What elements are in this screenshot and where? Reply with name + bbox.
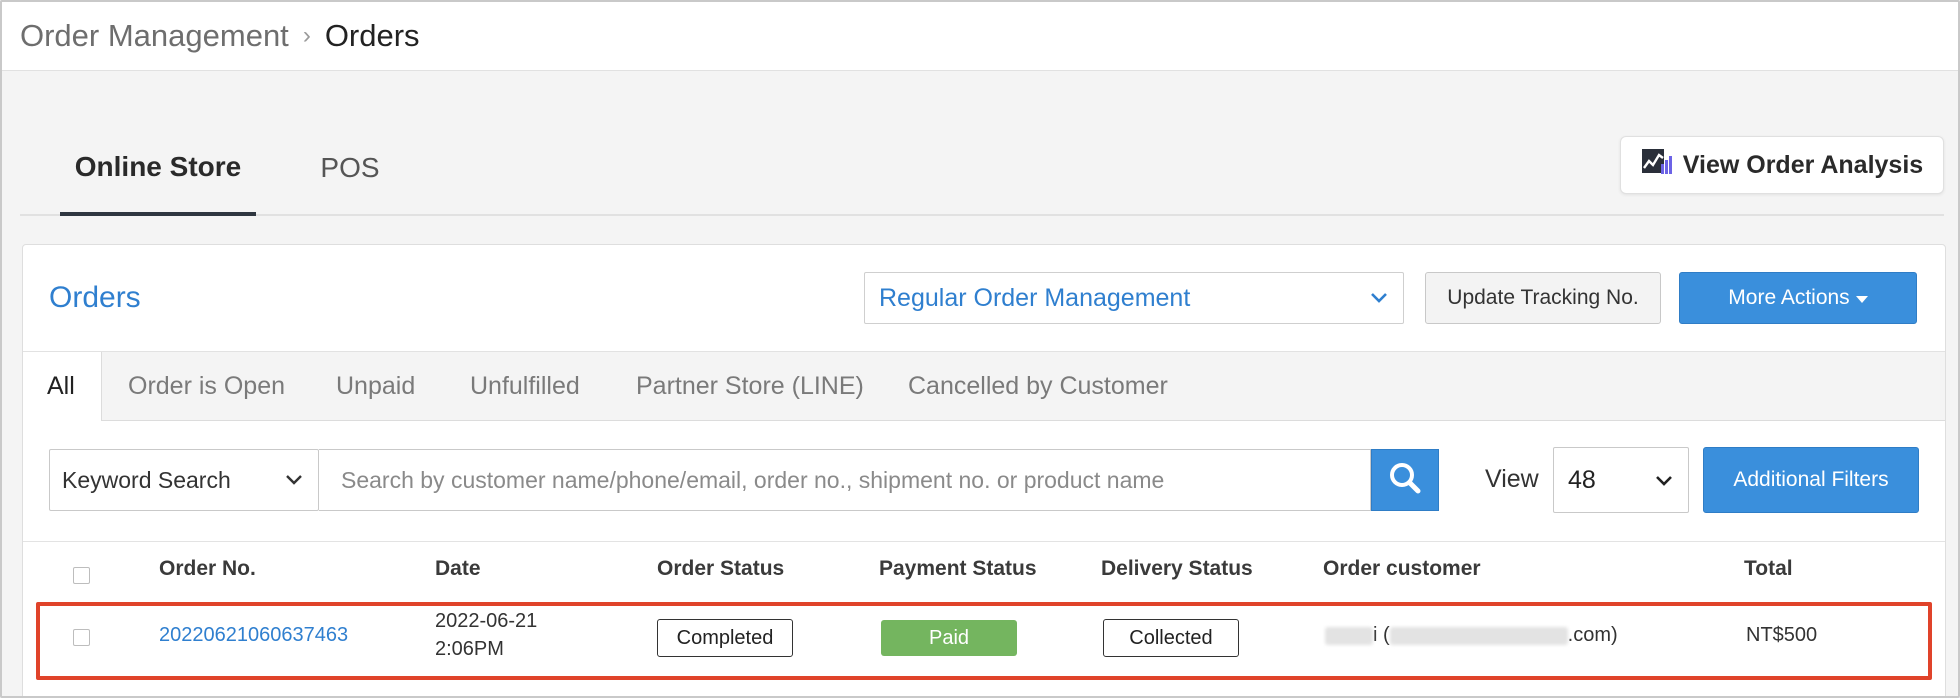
view-label: View [1485, 465, 1539, 493]
filter-tab-all[interactable]: All [23, 352, 102, 421]
order-management-select[interactable]: Regular Order Management [864, 272, 1404, 324]
column-header[interactable]: Date [435, 557, 481, 581]
tab-pos[interactable]: POS [302, 122, 398, 214]
tab-label: Online Store [74, 151, 242, 182]
column-header[interactable]: Order customer [1323, 557, 1481, 581]
filter-tab-partner-store[interactable]: Partner Store (LINE) [636, 352, 864, 420]
additional-filters-button[interactable]: Additional Filters [1703, 447, 1919, 513]
view-order-analysis-button[interactable]: View Order Analysis [1620, 136, 1944, 194]
chart-icon [1641, 148, 1673, 183]
page-size-select[interactable]: 48 [1553, 447, 1689, 513]
page-size-value: 48 [1568, 465, 1596, 494]
caret-down-icon [1855, 296, 1868, 303]
breadcrumb-current: Orders [324, 18, 420, 53]
view-order-analysis-label: View Order Analysis [1682, 150, 1924, 179]
chevron-down-icon [284, 467, 304, 499]
table-header: Order No. Date Order Status Payment Stat… [23, 541, 1945, 592]
tab-label: POS [320, 152, 380, 183]
order-filter-tabs: All Order is Open Unpaid Unfulfilled Par… [23, 351, 1945, 421]
filter-tab-unpaid[interactable]: Unpaid [336, 352, 415, 420]
app-frame: Order Management › Orders Online Store P… [0, 0, 1960, 698]
filter-tab-unfulfilled[interactable]: Unfulfilled [470, 352, 580, 420]
select-all-checkbox[interactable] [73, 567, 90, 584]
column-header[interactable]: Payment Status [879, 557, 1037, 581]
filter-tab-cancelled[interactable]: Cancelled by Customer [908, 352, 1168, 420]
search-input[interactable] [319, 449, 1371, 511]
more-actions-label: More Actions [1728, 286, 1850, 309]
update-tracking-button[interactable]: Update Tracking No. [1425, 272, 1661, 324]
column-header[interactable]: Order No. [159, 557, 256, 581]
search-type-select[interactable]: Keyword Search [49, 449, 319, 511]
search-button[interactable] [1371, 449, 1439, 511]
breadcrumb: Order Management › Orders [2, 2, 1958, 71]
chevron-down-icon [1369, 285, 1389, 318]
column-header[interactable]: Total [1744, 557, 1793, 581]
chevron-down-icon [1654, 468, 1674, 501]
panel-title: Orders [49, 281, 141, 314]
tab-online-store[interactable]: Online Store [60, 122, 256, 216]
search-icon [1388, 461, 1422, 500]
filter-tab-order-open[interactable]: Order is Open [128, 352, 285, 420]
order-management-select-value: Regular Order Management [879, 283, 1191, 312]
more-actions-button[interactable]: More Actions [1679, 272, 1917, 324]
search-type-value: Keyword Search [62, 466, 231, 493]
breadcrumb-separator-icon: › [302, 22, 311, 49]
breadcrumb-parent[interactable]: Order Management [20, 18, 289, 54]
column-header[interactable]: Order Status [657, 557, 784, 581]
column-header[interactable]: Delivery Status [1101, 557, 1253, 581]
highlight-box [36, 602, 1932, 680]
